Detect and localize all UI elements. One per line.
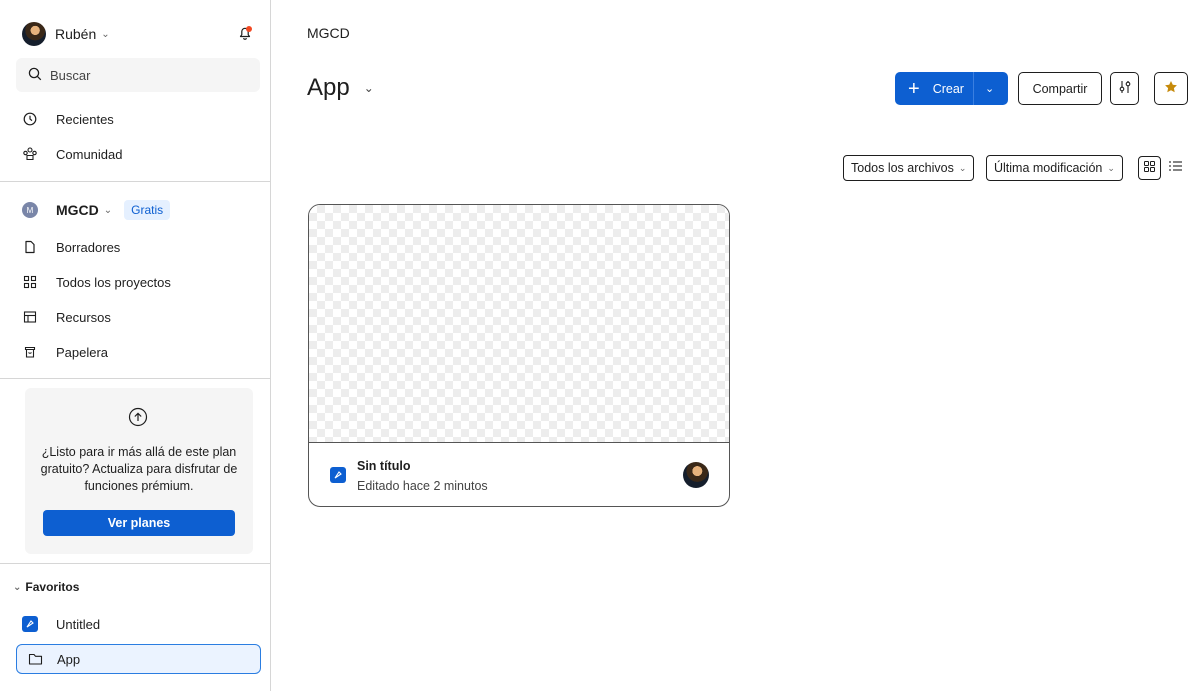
design-file-icon <box>22 616 38 632</box>
layout-icon <box>22 309 38 325</box>
chevron-down-icon[interactable]: ⌄ <box>985 82 994 95</box>
list-view-button[interactable] <box>1166 158 1184 176</box>
create-button[interactable]: + Crear ⌄ <box>895 72 1008 105</box>
favorite-item-untitled[interactable]: Untitled <box>22 610 260 638</box>
file-filter-dropdown[interactable]: Todos los archivos ⌄ <box>843 155 975 181</box>
file-filter-label: Todos los archivos <box>851 161 954 175</box>
sidebar-item-community[interactable]: Comunidad <box>22 140 260 168</box>
notification-dot <box>246 26 252 32</box>
sidebar-item-label: Comunidad <box>56 146 123 162</box>
divider <box>0 181 270 182</box>
upgrade-card: ¿Listo para ir más allá de este plan gra… <box>25 388 253 554</box>
favorite-item-app[interactable]: App <box>16 644 261 674</box>
team-avatar: M <box>22 202 38 218</box>
view-plans-button[interactable]: Ver planes <box>43 510 235 536</box>
sidebar-item-label: Recientes <box>56 111 114 127</box>
divider <box>973 72 974 105</box>
grid-icon <box>22 274 38 290</box>
user-name: Rubén <box>55 26 97 42</box>
chevron-down-icon: ⌄ <box>958 162 967 173</box>
plan-badge: Gratis <box>124 200 171 220</box>
sidebar: Rubén ⌄ Recientes Comunidad M MGCD ⌄ Gra… <box>0 0 271 691</box>
sort-dropdown[interactable]: Última modificación ⌄ <box>986 155 1123 181</box>
favorite-label: Untitled <box>56 616 101 632</box>
favorites-label: Favoritos <box>25 580 80 594</box>
grid-view-button[interactable] <box>1138 156 1161 180</box>
list-icon <box>1168 159 1183 176</box>
chevron-down-icon: ⌄ <box>1107 162 1115 173</box>
divider <box>0 378 270 379</box>
file-edited-time: Editado hace 2 minutos <box>357 479 488 493</box>
search-field[interactable] <box>16 58 260 92</box>
favorite-label: App <box>57 651 81 667</box>
community-icon <box>22 146 38 162</box>
create-label: Crear <box>932 81 964 96</box>
sort-label: Última modificación <box>994 161 1103 175</box>
plus-icon: + <box>908 77 920 100</box>
sidebar-item-label: Recursos <box>56 309 111 325</box>
page-title: App <box>307 74 350 101</box>
clock-icon <box>22 111 38 127</box>
search-icon <box>28 67 42 84</box>
arrow-up-circle-icon <box>128 407 148 427</box>
search-input[interactable] <box>50 67 240 83</box>
file-thumbnail <box>309 205 729 443</box>
sidebar-item-label: Todos los proyectos <box>56 274 171 290</box>
sidebar-item-recent[interactable]: Recientes <box>22 105 260 133</box>
breadcrumb[interactable]: MGCD <box>307 25 350 41</box>
chevron-down-icon: ⌄ <box>101 28 110 40</box>
file-icon <box>22 239 38 255</box>
trash-icon <box>22 344 38 360</box>
sliders-icon <box>1117 79 1133 98</box>
file-card[interactable]: Sin título Editado hace 2 minutos <box>308 204 730 507</box>
design-file-icon <box>330 467 346 483</box>
user-avatar <box>22 22 46 46</box>
chevron-down-icon: ⌄ <box>363 81 374 95</box>
page-title-row[interactable]: App ⌄ <box>307 74 374 102</box>
star-icon <box>1164 80 1178 97</box>
main-content: MGCD App ⌄ + Crear ⌄ Compartir Todos los… <box>271 0 1188 691</box>
team-name: MGCD <box>56 202 99 218</box>
upgrade-text: ¿Listo para ir más allá de este plan gra… <box>40 445 238 493</box>
bell-icon[interactable] <box>236 24 254 42</box>
chevron-down-icon: ⌄ <box>103 204 113 216</box>
sidebar-item-label: Borradores <box>56 239 121 255</box>
share-label: Compartir <box>1032 81 1088 96</box>
favorites-header[interactable]: ⌄ Favoritos <box>13 580 79 594</box>
sidebar-item-all-projects[interactable]: Todos los proyectos <box>22 268 260 296</box>
file-title: Sin título <box>357 459 411 473</box>
chevron-down-icon: ⌄ <box>13 581 22 593</box>
divider <box>0 563 270 564</box>
team-switcher[interactable]: M MGCD ⌄ Gratis <box>22 196 260 224</box>
sidebar-item-resources[interactable]: Recursos <box>22 303 260 331</box>
editor-avatar <box>683 462 709 488</box>
grid-icon <box>1143 160 1156 176</box>
sidebar-item-trash[interactable]: Papelera <box>22 338 260 366</box>
folder-icon <box>27 651 43 667</box>
settings-button[interactable] <box>1110 72 1139 105</box>
sidebar-item-label: Papelera <box>56 344 109 360</box>
share-button[interactable]: Compartir <box>1018 72 1102 105</box>
favorite-button[interactable] <box>1154 72 1188 105</box>
user-menu[interactable]: Rubén ⌄ <box>22 20 254 48</box>
sidebar-item-drafts[interactable]: Borradores <box>22 233 260 261</box>
